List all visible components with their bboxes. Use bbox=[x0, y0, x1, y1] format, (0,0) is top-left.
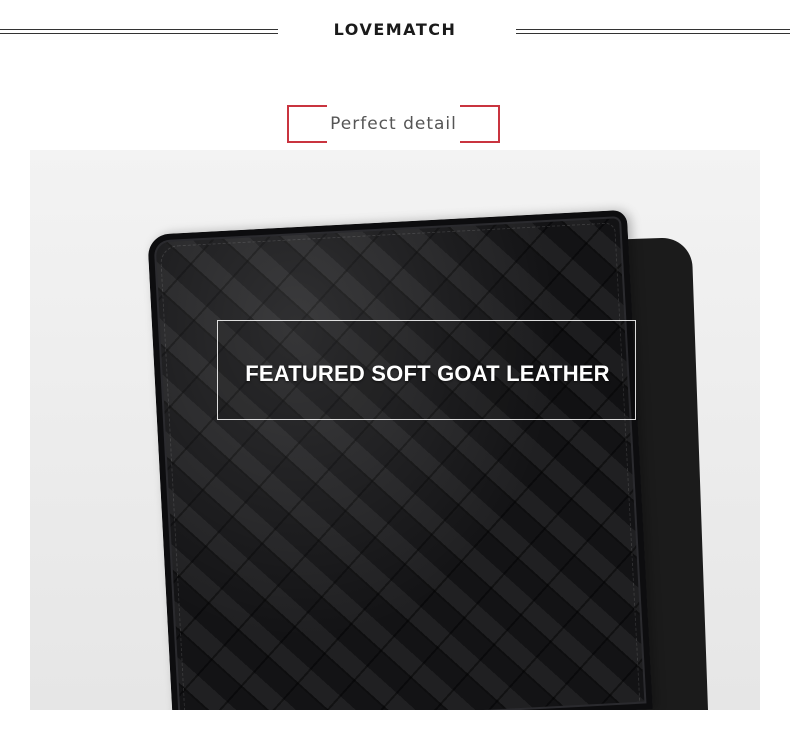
brand-logo-text: LOVEMATCH bbox=[333, 20, 457, 39]
feature-caption-box: FEATURED SOFT GOAT LEATHER bbox=[217, 320, 636, 420]
bottom-margin bbox=[0, 710, 790, 743]
product-photo bbox=[30, 150, 760, 710]
section-title: Perfect detail bbox=[330, 114, 457, 134]
brand-divider-right bbox=[516, 28, 790, 35]
wallet-stitching bbox=[159, 222, 641, 710]
section-label-box: Perfect detail bbox=[287, 105, 500, 143]
brand-header: LOVEMATCH bbox=[0, 0, 790, 64]
feature-caption-text: FEATURED SOFT GOAT LEATHER bbox=[245, 361, 610, 386]
brand-divider-left bbox=[0, 28, 278, 35]
